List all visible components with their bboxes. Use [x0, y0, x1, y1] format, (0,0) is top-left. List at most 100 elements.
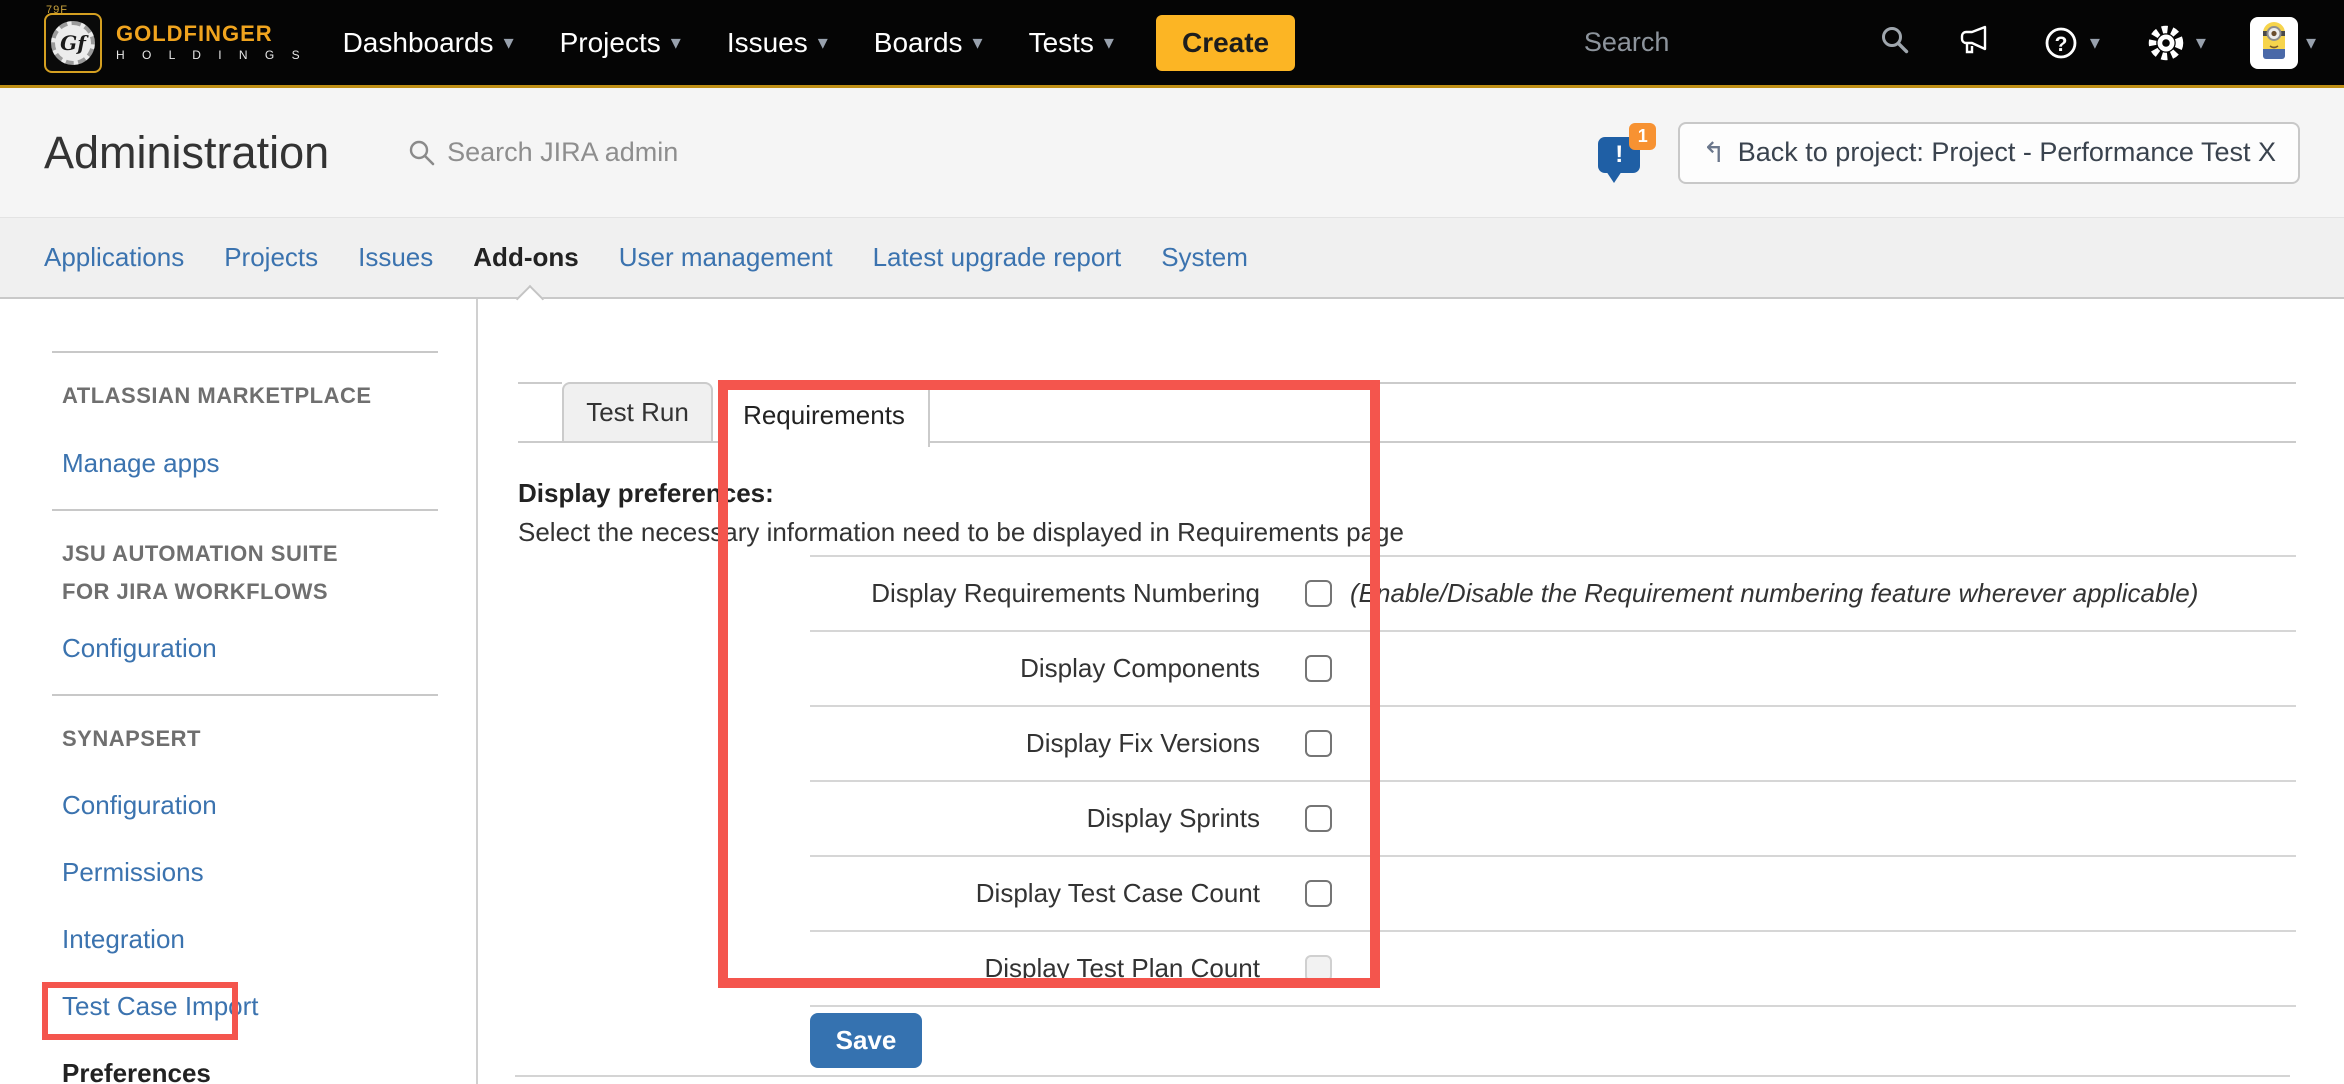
sidebar-section-marketplace: ATLASSIAN MARKETPLACE: [62, 377, 392, 415]
chevron-down-icon: ▾: [2090, 30, 2100, 55]
sidebar-section-jsu: JSU AUTOMATION SUITE FOR JIRA WORKFLOWS: [62, 535, 392, 611]
admin-nav-issues[interactable]: Issues: [358, 242, 433, 273]
sidebar-item-jsu-configuration[interactable]: Configuration: [62, 633, 217, 664]
navbar-item-label: Dashboards: [343, 27, 494, 59]
navbar-item-boards[interactable]: Boards ▾: [874, 27, 983, 59]
row-label: Display Components: [810, 653, 1260, 684]
table-row: Display Requirements Numbering (Enable/D…: [810, 555, 2296, 630]
divider: [52, 509, 438, 511]
sidebar-item-permissions[interactable]: Permissions: [62, 857, 204, 888]
divider: [52, 694, 438, 696]
admin-nav-system[interactable]: System: [1161, 242, 1248, 273]
navbar-item-projects[interactable]: Projects ▾: [560, 27, 681, 59]
tab-test-run[interactable]: Test Run: [562, 382, 713, 443]
sidebar-section-synapsert: SYNAPSERT: [62, 720, 392, 758]
logo-name: GOLDFINGER: [116, 22, 307, 46]
display-preferences-description: Select the necessary information need to…: [518, 517, 1404, 548]
checkbox-display-test-case-count[interactable]: [1305, 880, 1332, 907]
admin-nav-add-ons[interactable]: Add-ons: [473, 242, 578, 273]
navbar-item-label: Boards: [874, 27, 963, 59]
display-preferences-heading: Display preferences:: [518, 478, 774, 509]
chevron-down-icon: ▾: [504, 30, 514, 55]
help-icon: ?: [2040, 22, 2082, 64]
admin-nav-applications[interactable]: Applications: [44, 242, 184, 273]
navbar-item-tests[interactable]: Tests ▾: [1029, 27, 1114, 59]
logo-reel-icon: Gf: [51, 21, 95, 65]
sidebar-item-integration[interactable]: Integration: [62, 924, 185, 955]
row-label: Display Test Plan Count: [810, 953, 1260, 984]
checkbox-display-test-plan-count: [1305, 955, 1332, 982]
megaphone-icon[interactable]: [1956, 20, 1996, 65]
user-menu[interactable]: ▾: [2250, 17, 2316, 69]
table-row: Display Test Case Count: [810, 855, 2296, 930]
chevron-down-icon: ▾: [818, 30, 828, 55]
navbar-item-dashboards[interactable]: Dashboards ▾: [343, 27, 514, 59]
checkbox-display-sprints[interactable]: [1305, 805, 1332, 832]
top-navbar: 79F Gf GOLDFINGER H O L D I N G S Dashbo…: [0, 0, 2344, 88]
tab-baseline-right: [930, 441, 2296, 443]
create-button[interactable]: Create: [1156, 15, 1295, 71]
admin-nav: Applications Projects Issues Add-ons Use…: [0, 217, 2344, 299]
svg-text:?: ?: [2054, 33, 2067, 56]
navbar-item-label: Projects: [560, 27, 661, 59]
chevron-down-icon: ▾: [2306, 30, 2316, 55]
row-label: Display Test Case Count: [810, 878, 1260, 909]
content-area: ATLASSIAN MARKETPLACE Manage apps JSU AU…: [0, 299, 2344, 1084]
preferences-table: Display Requirements Numbering (Enable/D…: [810, 555, 2296, 1007]
navbar-right-group: ? ▾ ▾ ▾: [1584, 17, 2316, 69]
chevron-down-icon: ▾: [2196, 30, 2206, 55]
navbar-item-label: Issues: [727, 27, 808, 59]
chevron-down-icon: ▾: [973, 30, 983, 55]
table-row: Display Test Plan Count: [810, 930, 2296, 1005]
back-to-project-label: Back to project: Project - Performance T…: [1738, 137, 2276, 168]
admin-nav-user-management[interactable]: User management: [619, 242, 833, 273]
sidebar-item-manage-apps[interactable]: Manage apps: [62, 448, 220, 479]
divider: [52, 351, 438, 353]
logo-subname: H O L D I N G S: [116, 46, 307, 64]
notification-badge: 1: [1629, 123, 1656, 150]
tab-requirements[interactable]: Requirements: [718, 382, 930, 447]
settings-menu[interactable]: ▾: [2144, 21, 2206, 65]
gear-icon: [2144, 21, 2188, 65]
sidebar-item-configuration[interactable]: Configuration: [62, 790, 217, 821]
search-icon: [407, 138, 437, 168]
app-logo[interactable]: 79F Gf GOLDFINGER H O L D I N G S: [44, 13, 307, 73]
admin-header-right: ! 1 ↰ Back to project: Project - Perform…: [1598, 122, 2300, 184]
navbar-menu: Dashboards ▾ Projects ▾ Issues ▾ Boards …: [343, 27, 1114, 59]
help-menu[interactable]: ? ▾: [2040, 22, 2100, 64]
admin-nav-projects[interactable]: Projects: [224, 242, 318, 273]
chevron-down-icon: ▾: [671, 30, 681, 55]
avatar: [2250, 17, 2298, 69]
row-label: Display Sprints: [810, 803, 1260, 834]
row-label: Display Requirements Numbering: [810, 578, 1260, 609]
page-title: Administration: [44, 127, 329, 179]
checkbox-display-fix-versions[interactable]: [1305, 730, 1332, 757]
logo-emblem: Gf: [44, 13, 102, 73]
tab-top-line-right: [930, 382, 2296, 384]
sidebar-item-preferences[interactable]: Preferences: [62, 1058, 211, 1084]
save-button[interactable]: Save: [810, 1013, 922, 1068]
return-arrow-icon: ↰: [1702, 136, 1725, 169]
checkbox-display-requirements-numbering[interactable]: [1305, 580, 1332, 607]
table-row: Display Fix Versions: [810, 705, 2296, 780]
back-to-project-button[interactable]: ↰ Back to project: Project - Performance…: [1678, 122, 2300, 184]
chevron-down-icon: ▾: [1104, 30, 1114, 55]
feedback-button[interactable]: ! 1: [1598, 123, 1656, 183]
sidebar-item-test-case-import[interactable]: Test Case Import: [62, 991, 259, 1022]
tab-top-line-left: [518, 382, 562, 384]
admin-search: [407, 137, 877, 168]
navbar-item-label: Tests: [1029, 27, 1094, 59]
admin-nav-latest-upgrade-report[interactable]: Latest upgrade report: [873, 242, 1122, 273]
checkbox-display-components[interactable]: [1305, 655, 1332, 682]
row-note: (Enable/Disable the Requirement numberin…: [1350, 578, 2198, 609]
main-panel: Test Run Requirements Display preference…: [478, 299, 2344, 1084]
logo-badge: 79F: [46, 4, 68, 16]
logo-wordmark: GOLDFINGER H O L D I N G S: [116, 22, 307, 64]
navbar-item-issues[interactable]: Issues ▾: [727, 27, 828, 59]
search-input[interactable]: [1584, 27, 1834, 58]
search-icon[interactable]: [1878, 23, 1912, 62]
sidebar: ATLASSIAN MARKETPLACE Manage apps JSU AU…: [0, 299, 478, 1084]
table-row: Display Components: [810, 630, 2296, 705]
row-label: Display Fix Versions: [810, 728, 1260, 759]
admin-search-input[interactable]: [447, 137, 877, 168]
